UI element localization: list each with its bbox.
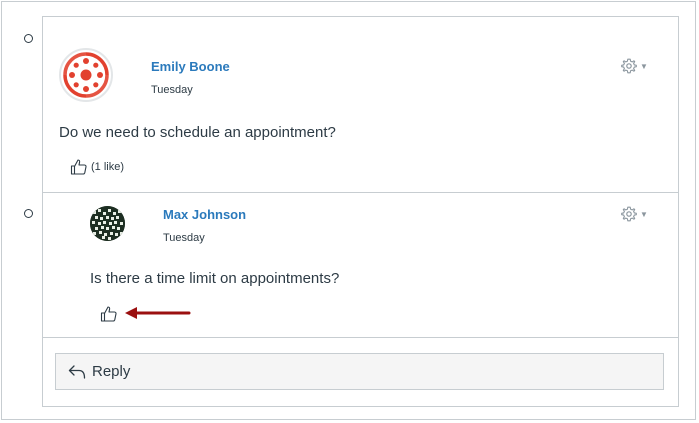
avatar[interactable] — [59, 48, 113, 102]
entry-settings-menu[interactable]: ▼ — [621, 58, 648, 74]
post-date: Tuesday — [151, 84, 193, 96]
caret-down-icon: ▼ — [640, 61, 648, 71]
author-name[interactable]: Emily Boone — [151, 59, 230, 74]
post-date: Tuesday — [163, 232, 205, 244]
entry-message: Do we need to schedule an appointment? — [59, 124, 336, 141]
author-name[interactable]: Max Johnson — [163, 207, 246, 222]
entry-divider — [42, 192, 679, 193]
canvas-logo-icon — [63, 52, 109, 98]
entry-message: Is there a time limit on appointments? — [90, 270, 340, 287]
annotation-arrow — [125, 307, 191, 319]
caret-down-icon: ▼ — [640, 209, 648, 219]
like-button[interactable]: (1 like) — [70, 158, 124, 176]
avatar[interactable] — [90, 206, 125, 241]
like-button[interactable] — [100, 305, 118, 323]
pattern-avatar-icon — [90, 206, 125, 241]
gear-icon — [621, 58, 637, 74]
like-count: (1 like) — [91, 161, 125, 173]
entry-divider — [42, 337, 679, 338]
entry-bullet — [24, 209, 33, 218]
discussion-thread — [42, 16, 679, 407]
gear-icon — [621, 206, 637, 222]
reply-label: Reply — [92, 363, 131, 380]
reply-arrow-icon — [68, 364, 86, 379]
entry-bullet — [24, 34, 33, 43]
thumbs-up-icon — [70, 159, 87, 175]
thumbs-up-icon — [100, 306, 117, 322]
entry-settings-menu[interactable]: ▼ — [621, 206, 648, 222]
reply-button[interactable]: Reply — [55, 353, 664, 390]
